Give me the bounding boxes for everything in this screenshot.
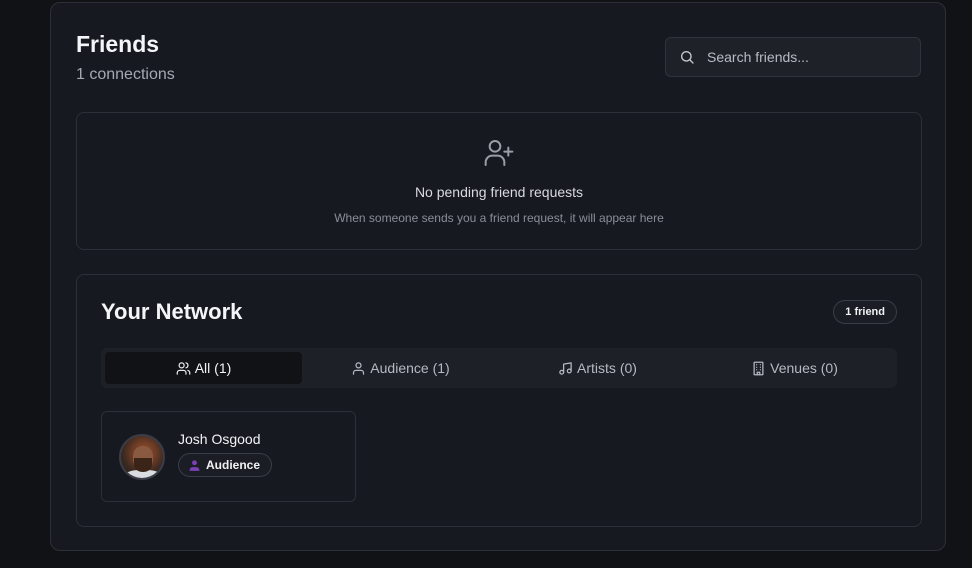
network-card: Your Network 1 friend All (1) Audience (… [76,274,922,527]
tab-artists-label: Artists (0) [577,360,637,376]
avatar[interactable] [119,434,165,480]
search-icon [679,49,695,65]
user-icon [189,459,200,471]
role-badge: Audience [178,453,273,477]
search-input[interactable] [707,49,907,65]
network-title: Your Network [101,299,243,324]
tab-artists[interactable]: Artists (0) [499,352,696,384]
tab-audience-label: Audience (1) [370,360,450,376]
no-requests-hint: When someone sends you a friend request,… [334,211,664,225]
no-requests-text: No pending friend requests [414,184,584,200]
role-badge-label: Audience [206,458,261,472]
page-title: Friends [76,31,160,57]
building-icon [753,361,764,375]
pending-requests-card: No pending friend requests When someone … [76,112,922,250]
friends-panel: Friends 1 connections No pending friend … [50,2,946,551]
search-box[interactable] [665,37,921,77]
tab-venues-label: Venues (0) [770,360,838,376]
tab-audience[interactable]: Audience (1) [302,352,499,384]
user-icon [353,361,365,375]
user-plus-icon [483,137,515,169]
tab-all[interactable]: All (1) [105,352,302,384]
network-tabs: All (1) Audience (1) Artists (0) Venues … [101,348,897,388]
users-icon [176,361,191,375]
tab-all-label: All (1) [194,360,232,376]
tab-venues[interactable]: Venues (0) [696,352,893,384]
music-icon [559,361,572,375]
friend-count-badge: 1 friend [833,300,897,324]
friend-card[interactable]: Josh Osgood Audience [101,411,356,502]
connections-count: 1 connections [76,66,175,83]
friend-name[interactable]: Josh Osgood [178,431,261,447]
